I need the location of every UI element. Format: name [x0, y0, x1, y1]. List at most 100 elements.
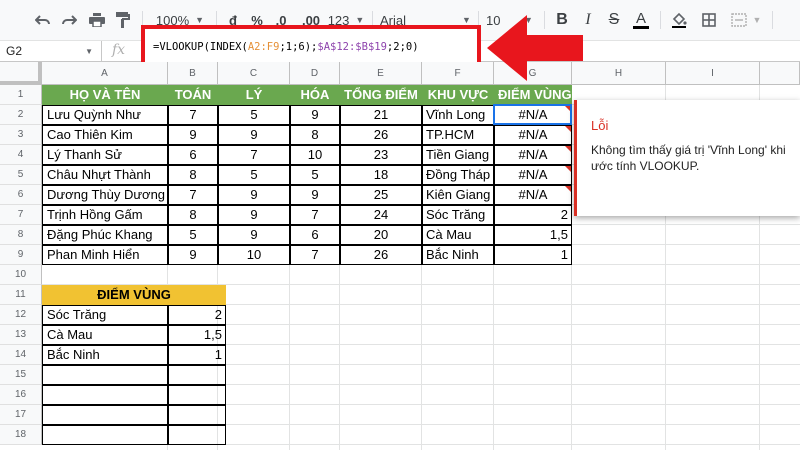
table-cell[interactable]: 23	[340, 145, 422, 165]
table-header-cell[interactable]: LÝ	[218, 85, 290, 105]
column-header-d[interactable]: D	[290, 62, 340, 85]
row-header-14[interactable]: 14	[0, 345, 42, 365]
column-header-e[interactable]: E	[340, 62, 422, 85]
table-cell[interactable]: 8	[168, 165, 218, 185]
table-cell[interactable]: 1	[494, 245, 572, 265]
row-header-3[interactable]: 3	[0, 125, 42, 145]
row-header-18[interactable]: 18	[0, 425, 42, 445]
table-cell[interactable]: 26	[340, 125, 422, 145]
lookup-table-header[interactable]: ĐIỂM VÙNG	[42, 285, 226, 305]
table-cell[interactable]: 5	[168, 225, 218, 245]
lookup-table-cell[interactable]: Bắc Ninh	[43, 345, 168, 365]
lookup-table-cell[interactable]: 1,5	[168, 325, 226, 345]
table-cell[interactable]: Tiền Giang	[422, 145, 494, 165]
column-header-h[interactable]: H	[572, 62, 666, 85]
table-header-cell[interactable]: TỔNG ĐIỂM	[340, 85, 422, 105]
table-cell[interactable]: 9	[168, 125, 218, 145]
undo-icon[interactable]	[32, 9, 54, 31]
row-header-10[interactable]: 10	[0, 265, 42, 285]
table-cell[interactable]: Đặng Phúc Khang	[43, 225, 168, 245]
lookup-table-cell[interactable]: Sóc Trăng	[43, 305, 168, 325]
table-cell[interactable]: 9	[290, 185, 340, 205]
table-cell[interactable]: 9	[218, 225, 290, 245]
row-header-13[interactable]: 13	[0, 325, 42, 345]
table-cell[interactable]: TP.HCM	[422, 125, 494, 145]
table-cell[interactable]: 7	[218, 145, 290, 165]
table-cell[interactable]: Cao Thiên Kim	[43, 125, 168, 145]
table-cell[interactable]: Châu Nhựt Thành	[43, 165, 168, 185]
name-box[interactable]: G2 ▼	[0, 41, 102, 62]
table-cell[interactable]: Kiên Giang	[422, 185, 494, 205]
table-cell[interactable]: Vĩnh Long	[422, 105, 494, 125]
print-icon[interactable]	[86, 9, 108, 31]
table-header-cell[interactable]: TOÁN	[168, 85, 218, 105]
table-cell[interactable]: #N/A	[494, 125, 572, 145]
fill-color-icon[interactable]	[668, 9, 690, 31]
table-cell[interactable]: 5	[218, 105, 290, 125]
row-header-7[interactable]: 7	[0, 205, 42, 225]
merge-cells-icon[interactable]: ▼	[728, 9, 764, 31]
table-cell[interactable]: 9	[218, 125, 290, 145]
table-cell[interactable]: 26	[340, 245, 422, 265]
table-cell[interactable]: 7	[290, 205, 340, 225]
row-header-9[interactable]: 9	[0, 245, 42, 265]
table-header-cell[interactable]: ĐIỂM VÙNG	[494, 85, 572, 105]
row-header-6[interactable]: 6	[0, 185, 42, 205]
row-header-5[interactable]: 5	[0, 165, 42, 185]
table-cell[interactable]: #N/A	[494, 145, 572, 165]
table-cell[interactable]: 7	[290, 245, 340, 265]
table-cell[interactable]: Sóc Trăng	[422, 205, 494, 225]
table-cell[interactable]: 20	[340, 225, 422, 245]
lookup-table-cell[interactable]: 2	[168, 305, 226, 325]
row-header-4[interactable]: 4	[0, 145, 42, 165]
select-all-corner[interactable]	[0, 62, 42, 85]
row-header-1[interactable]: 1	[0, 85, 42, 105]
table-cell[interactable]: 7	[168, 185, 218, 205]
table-cell[interactable]: 9	[290, 105, 340, 125]
column-header-c[interactable]: C	[218, 62, 290, 85]
table-cell[interactable]: 25	[340, 185, 422, 205]
table-header-cell[interactable]: KHU VỰC	[422, 85, 494, 105]
table-cell[interactable]: Cà Mau	[422, 225, 494, 245]
table-cell[interactable]: 2	[494, 205, 572, 225]
text-color-icon[interactable]: A	[630, 9, 652, 31]
borders-icon[interactable]	[698, 9, 720, 31]
row-header-17[interactable]: 17	[0, 405, 42, 425]
lookup-table-cell[interactable]: 1	[168, 345, 226, 365]
table-header-cell[interactable]: HÓA	[290, 85, 340, 105]
formula-input[interactable]: =VLOOKUP(INDEX(A2:F9;1;6);$A$12:$B$19;2;…	[153, 41, 419, 53]
table-cell[interactable]: 6	[290, 225, 340, 245]
row-header-8[interactable]: 8	[0, 225, 42, 245]
table-cell[interactable]: 10	[290, 145, 340, 165]
table-cell[interactable]: 24	[340, 205, 422, 225]
table-cell[interactable]: Trịnh Hồng Gấm	[43, 205, 168, 225]
column-header-f[interactable]: F	[422, 62, 494, 85]
table-cell[interactable]: 18	[340, 165, 422, 185]
table-cell[interactable]: 1,5	[494, 225, 572, 245]
table-cell[interactable]: 9	[218, 205, 290, 225]
table-cell[interactable]: Phan Minh Hiển	[43, 245, 168, 265]
lookup-table-cell[interactable]: Cà Mau	[43, 325, 168, 345]
table-cell[interactable]: 10	[218, 245, 290, 265]
table-cell[interactable]: 9	[168, 245, 218, 265]
row-header-15[interactable]: 15	[0, 365, 42, 385]
column-header-b[interactable]: B	[168, 62, 218, 85]
table-cell[interactable]: 21	[340, 105, 422, 125]
strikethrough-icon[interactable]: S	[604, 9, 624, 31]
column-header-i[interactable]: I	[666, 62, 760, 85]
table-cell[interactable]: #N/A	[494, 165, 572, 185]
table-cell[interactable]: Đồng Tháp	[422, 165, 494, 185]
table-cell[interactable]: #N/A	[494, 185, 572, 205]
table-cell[interactable]: Dương Thùy Dương	[43, 185, 168, 205]
row-header-11[interactable]: 11	[0, 285, 42, 305]
table-cell[interactable]: Lưu Quỳnh Như	[43, 105, 168, 125]
table-header-cell[interactable]: HỌ VÀ TÊN	[42, 85, 168, 105]
row-header-12[interactable]: 12	[0, 305, 42, 325]
column-header-a[interactable]: A	[42, 62, 168, 85]
row-header-16[interactable]: 16	[0, 385, 42, 405]
table-cell[interactable]: 5	[290, 165, 340, 185]
table-cell[interactable]: 5	[218, 165, 290, 185]
table-cell[interactable]: 7	[168, 105, 218, 125]
redo-icon[interactable]	[58, 9, 80, 31]
table-cell[interactable]: Lý Thanh Sử	[43, 145, 168, 165]
